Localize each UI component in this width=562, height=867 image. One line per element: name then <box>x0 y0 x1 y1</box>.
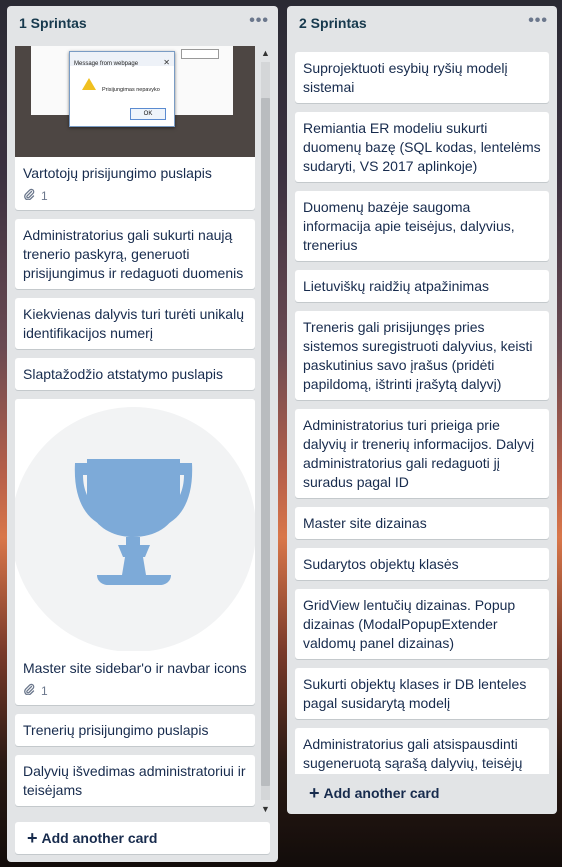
card-title: Remiantia ER modeliu sukurti duomenų baz… <box>303 120 541 174</box>
card-title: Administratorius gali sukurti naują tren… <box>23 227 244 281</box>
attachment-count: 1 <box>41 683 48 698</box>
card-title: Slaptažodžio atstatymo puslapis <box>23 366 223 382</box>
card[interactable]: Administratorius gali sukurti naują tren… <box>15 219 255 289</box>
paperclip-icon <box>23 187 35 206</box>
card-title: Treneris gali prisijungęs pries sistemos… <box>303 319 533 392</box>
vertical-scrollbar[interactable]: ▲ ▼ <box>259 46 272 816</box>
card[interactable]: Suprojektuoti esybių ryšių modelį sistem… <box>295 52 549 103</box>
add-card-button[interactable]: + Add another card <box>15 822 270 854</box>
card[interactable]: Trenerių prisijungimo puslapis <box>15 714 255 746</box>
card-title: Administratorius turi prieiga prie dalyv… <box>303 417 535 490</box>
paperclip-icon <box>23 682 35 701</box>
scroll-up-arrow-icon[interactable]: ▲ <box>259 46 272 60</box>
scroll-thumb[interactable] <box>261 98 270 786</box>
list-menu-icon[interactable]: ••• <box>528 12 548 30</box>
card-title: Master site sidebar'o ir navbar icons <box>23 660 247 676</box>
list-1-sprintas: 1 Sprintas ••• Message from webpage ✕ Pri… <box>7 6 278 862</box>
card-title: Suprojektuoti esybių ryšių modelį sistem… <box>303 60 508 95</box>
attachment-badge: 1 <box>23 188 247 204</box>
trophy-icon <box>74 459 193 585</box>
card-title: Duomenų bazėje saugoma informacija apie … <box>303 199 515 253</box>
card[interactable]: Administratorius turi prieiga prie dalyv… <box>295 409 549 498</box>
card[interactable]: Treneris gali prisijungęs pries sistemos… <box>295 311 549 400</box>
list-title[interactable]: 2 Sprintas <box>299 15 367 31</box>
card[interactable]: Slaptažodžio atstatymo puslapis <box>15 358 255 390</box>
list-title[interactable]: 1 Sprintas <box>19 15 87 31</box>
attachment-count: 1 <box>41 188 48 203</box>
card-title: Sukurti objektų klases ir DB lenteles pa… <box>303 676 527 711</box>
plus-icon: + <box>27 828 38 848</box>
card[interactable]: Duomenų bazėje saugoma informacija apie … <box>295 191 549 261</box>
list-header[interactable]: 1 Sprintas ••• <box>7 6 278 40</box>
warning-icon <box>82 78 96 90</box>
dialog-title: Message from webpage ✕ <box>70 52 174 67</box>
scroll-down-arrow-icon[interactable]: ▼ <box>259 802 272 816</box>
card[interactable]: Master site dizainas <box>295 507 549 539</box>
card-title: Lietuviškų raidžių atpažinimas <box>303 278 489 294</box>
card-title: Vartotojų prisijungimo puslapis <box>23 165 212 181</box>
card[interactable]: Sudarytos objektų klasės <box>295 548 549 580</box>
card-title: Kiekvienas dalyvis turi turėti unikalų i… <box>23 306 244 341</box>
plus-icon: + <box>309 783 320 803</box>
list-header[interactable]: 2 Sprintas ••• <box>287 6 557 40</box>
card[interactable]: Dalyvių išvedimas administratoriui ir te… <box>15 755 255 806</box>
card[interactable]: Sukurti objektų klases ir DB lenteles pa… <box>295 668 549 719</box>
add-card-label: Add another card <box>41 830 158 846</box>
card[interactable]: Master site sidebar'o ir navbar icons 1 <box>15 399 255 705</box>
card-list: Message from webpage ✕ Prisijungimas nepa… <box>15 46 255 816</box>
dialog-ok-button: OK <box>130 108 166 120</box>
card[interactable]: Kiekvienas dalyvis turi turėti unikalų i… <box>15 298 255 349</box>
message-dialog: Message from webpage ✕ Prisijungimas nepa… <box>69 51 175 127</box>
card-title: Sudarytos objektų klasės <box>303 556 459 572</box>
card-cover-image <box>15 399 255 651</box>
card-cover-image: Message from webpage ✕ Prisijungimas nepa… <box>15 46 255 157</box>
card-title: Administratorius gali atsispausdinti sug… <box>303 736 523 771</box>
card[interactable]: Administratorius gali atsispausdinti sug… <box>295 728 549 774</box>
card-list: Suprojektuoti esybių ryšių modelį sistem… <box>295 52 549 774</box>
card[interactable]: Lietuviškų raidžių atpažinimas <box>295 270 549 302</box>
add-card-button[interactable]: + Add another card <box>295 779 549 807</box>
dialog-message: Prisijungimas nepavyko <box>102 87 160 93</box>
add-card-label: Add another card <box>323 785 440 801</box>
list-2-sprintas: 2 Sprintas ••• Suprojektuoti esybių ryši… <box>287 6 557 814</box>
attachment-badge: 1 <box>23 683 247 699</box>
card-title: Dalyvių išvedimas administratoriui ir te… <box>23 763 246 798</box>
card[interactable]: Message from webpage ✕ Prisijungimas nepa… <box>15 46 255 210</box>
list-menu-icon[interactable]: ••• <box>249 12 269 30</box>
scroll-track[interactable] <box>261 62 270 800</box>
card-title: Master site dizainas <box>303 515 427 531</box>
close-icon: ✕ <box>163 58 170 67</box>
card[interactable]: GridView lentučių dizainas. Popup dizain… <box>295 589 549 659</box>
card[interactable]: Remiantia ER modeliu sukurti duomenų baz… <box>295 112 549 182</box>
card-title: Trenerių prisijungimo puslapis <box>23 722 209 738</box>
card-title: GridView lentučių dizainas. Popup dizain… <box>303 597 516 651</box>
